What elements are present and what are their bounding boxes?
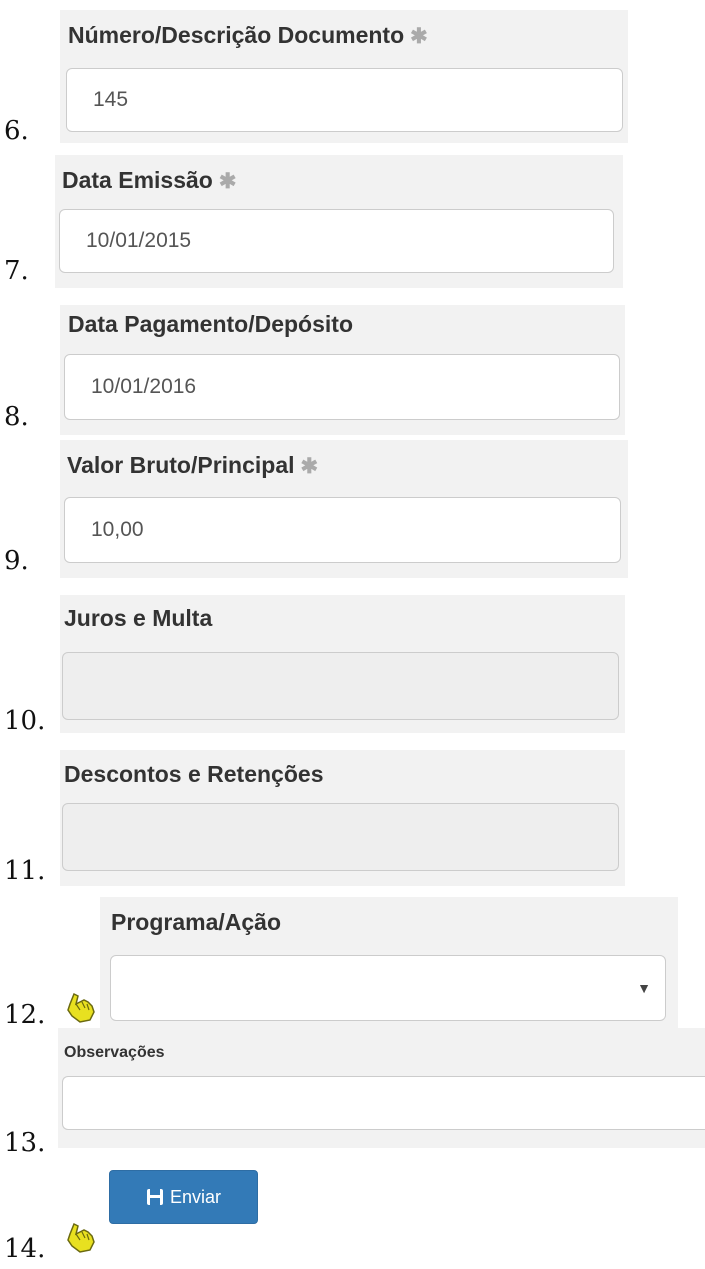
enviar-label: Enviar <box>169 1186 222 1207</box>
required-icon: ✱ <box>300 455 319 478</box>
floppy-disk-icon <box>146 1189 163 1205</box>
data-pagamento-input[interactable]: 10/01/2016 <box>64 354 620 420</box>
programa-label: Programa/Ação <box>111 909 282 935</box>
juros-input[interactable] <box>62 652 619 720</box>
item-number: 12. <box>4 1000 46 1030</box>
pointing-hand-icon <box>67 1222 95 1253</box>
caret-down-icon: ▼ <box>637 980 651 996</box>
required-icon: ✱ <box>410 25 428 48</box>
numero-input[interactable]: 145 <box>66 68 623 132</box>
observacoes-label: Observações <box>64 1044 165 1061</box>
item-number: 6. <box>4 116 29 146</box>
data-emissao-label: Data Emissão ✱ <box>62 167 237 193</box>
data-pagamento-label: Data Pagamento/Depósito <box>68 311 353 337</box>
descontos-input[interactable] <box>62 803 619 871</box>
pointing-hand-icon <box>67 992 95 1023</box>
enviar-button[interactable]: Enviar <box>109 1170 258 1224</box>
item-number: 13. <box>4 1128 46 1158</box>
valor-bruto-input[interactable]: 10,00 <box>64 497 621 563</box>
required-icon: ✱ <box>218 170 237 193</box>
descontos-label: Descontos e Retenções <box>64 761 324 787</box>
item-number: 9. <box>4 546 29 576</box>
numero-label: Número/Descrição Documento ✱ <box>68 22 428 48</box>
valor-bruto-label: Valor Bruto/Principal ✱ <box>67 452 319 478</box>
item-number: 11. <box>4 856 46 886</box>
item-number: 14. <box>4 1234 46 1264</box>
item-number: 7. <box>4 256 29 286</box>
juros-label: Juros e Multa <box>64 605 213 631</box>
observacoes-textarea[interactable] <box>62 1076 705 1130</box>
programa-select[interactable]: ▼ <box>110 955 666 1021</box>
item-number: 8. <box>4 402 29 432</box>
item-number: 10. <box>4 706 46 736</box>
data-emissao-input[interactable]: 10/01/2015 <box>59 209 614 273</box>
